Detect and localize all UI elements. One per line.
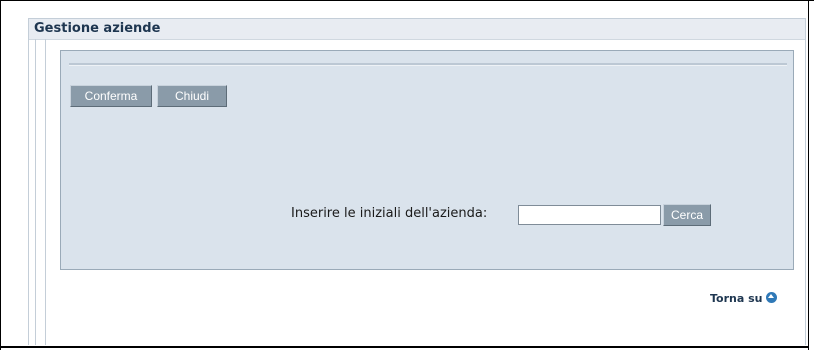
search-form-area: Conferma Chiudi Inserire le iniziali del… <box>60 50 794 270</box>
arrow-up-circle-icon <box>765 292 777 303</box>
right-border <box>808 0 809 350</box>
search-label: Inserire le iniziali dell'azienda: <box>291 206 488 221</box>
search-button[interactable]: Cerca <box>663 204 711 226</box>
bottom-border <box>0 346 809 348</box>
panel-title: Gestione aziende <box>34 21 161 36</box>
panel-header: Gestione aziende <box>29 19 805 40</box>
company-initials-input[interactable] <box>518 205 661 225</box>
left-border <box>0 0 1 350</box>
top-border <box>0 0 814 1</box>
close-button[interactable]: Chiudi <box>157 85 227 107</box>
back-to-top-link[interactable]: Torna su <box>710 292 777 305</box>
confirm-button[interactable]: Conferma <box>70 85 152 107</box>
panel-divider-left <box>35 39 36 345</box>
back-to-top-label: Torna su <box>710 292 763 305</box>
panel-divider-inner <box>45 39 46 345</box>
company-management-panel: Gestione aziende Conferma Chiudi Inserir… <box>28 18 806 345</box>
form-separator <box>69 63 787 66</box>
